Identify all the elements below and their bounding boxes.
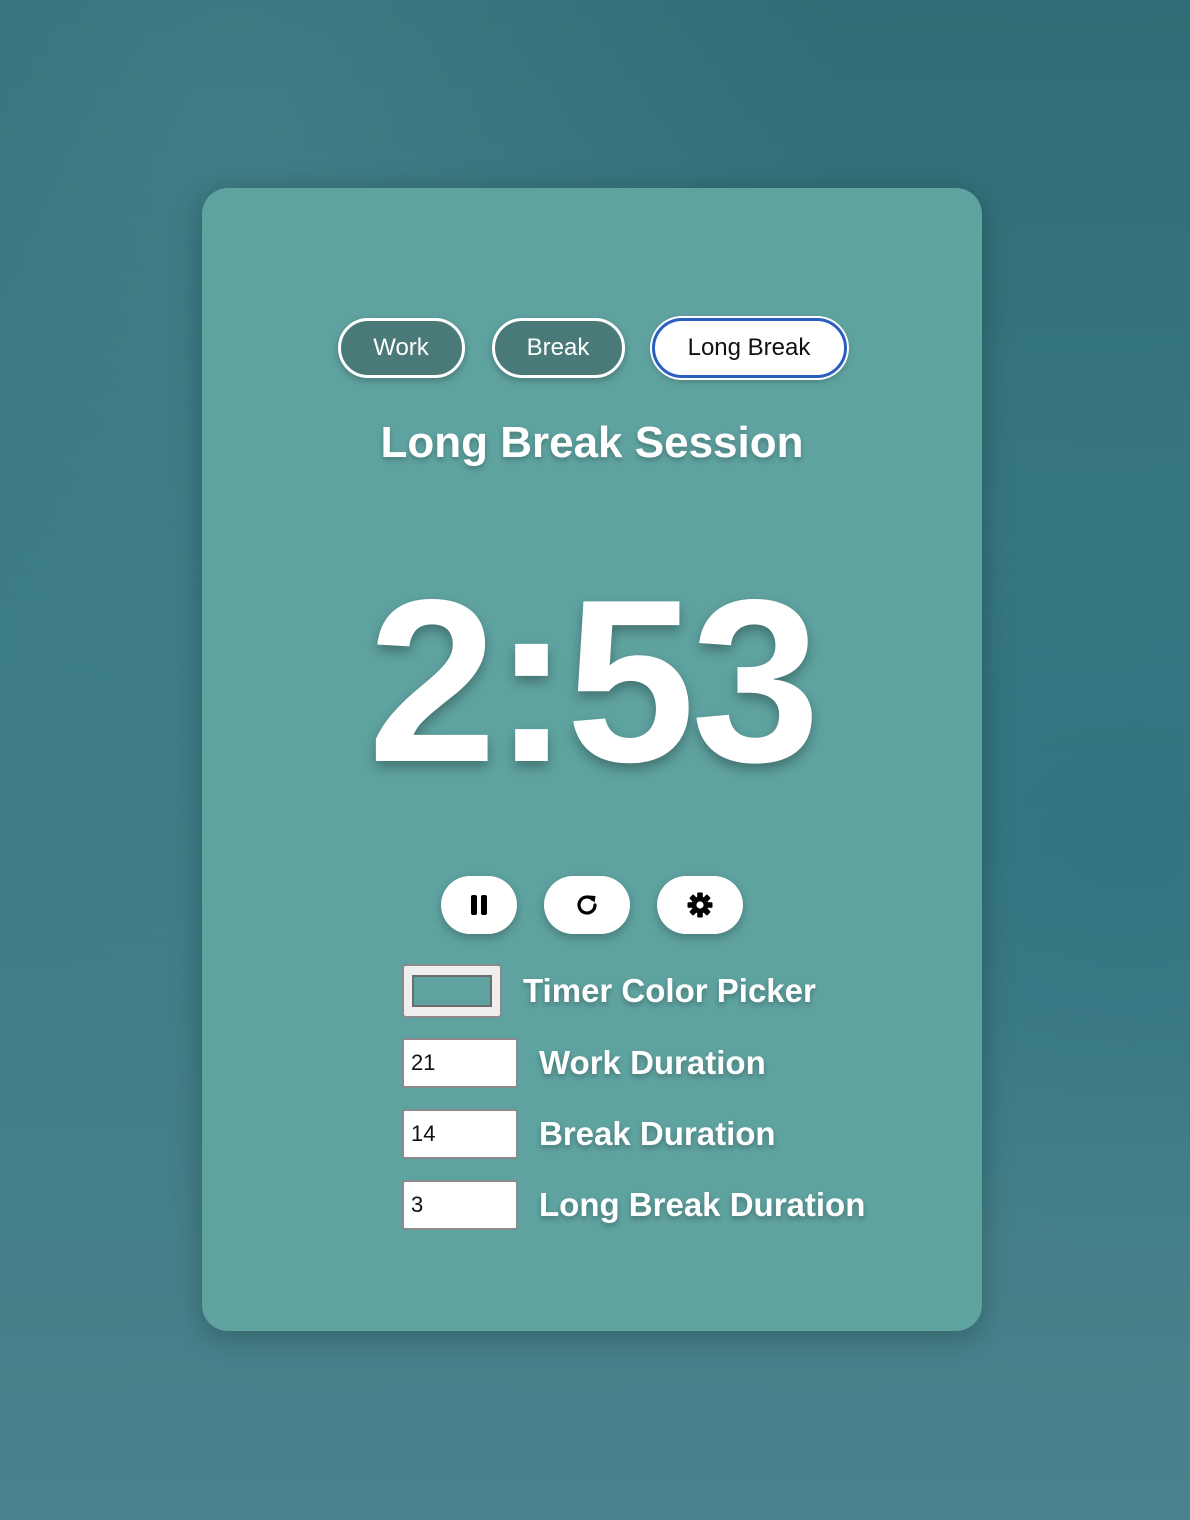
reset-button[interactable] [544,876,630,934]
long-break-duration-row: Long Break Duration [402,1180,865,1230]
work-duration-row: Work Duration [402,1038,766,1088]
session-title: Long Break Session [380,418,804,467]
color-picker-label: Timer Color Picker [523,972,816,1009]
color-picker-row: Timer Color Picker [402,964,816,1018]
mode-tabs: Work Break Long Break [202,318,982,378]
pause-icon [469,894,489,916]
tab-long-break[interactable]: Long Break [651,318,847,378]
color-picker[interactable] [402,964,502,1018]
timer-controls [202,876,982,934]
pause-button[interactable] [441,876,517,934]
break-duration-label: Break Duration [539,1115,776,1152]
reset-icon [574,892,600,918]
settings-button[interactable] [657,876,743,934]
break-duration-row: Break Duration [402,1109,776,1159]
gear-icon [686,891,714,919]
long-break-duration-label: Long Break Duration [539,1186,866,1223]
tab-work[interactable]: Work [337,318,465,378]
work-duration-input[interactable] [402,1038,518,1088]
break-duration-input[interactable] [402,1109,518,1159]
work-duration-label: Work Duration [539,1044,766,1081]
tab-break[interactable]: Break [491,318,625,378]
timer-display: 2:53 [367,552,820,811]
long-break-duration-input[interactable] [402,1180,518,1230]
timer-card: Work Break Long Break Long Break Session… [202,188,982,1331]
color-swatch-fill [412,975,492,1007]
